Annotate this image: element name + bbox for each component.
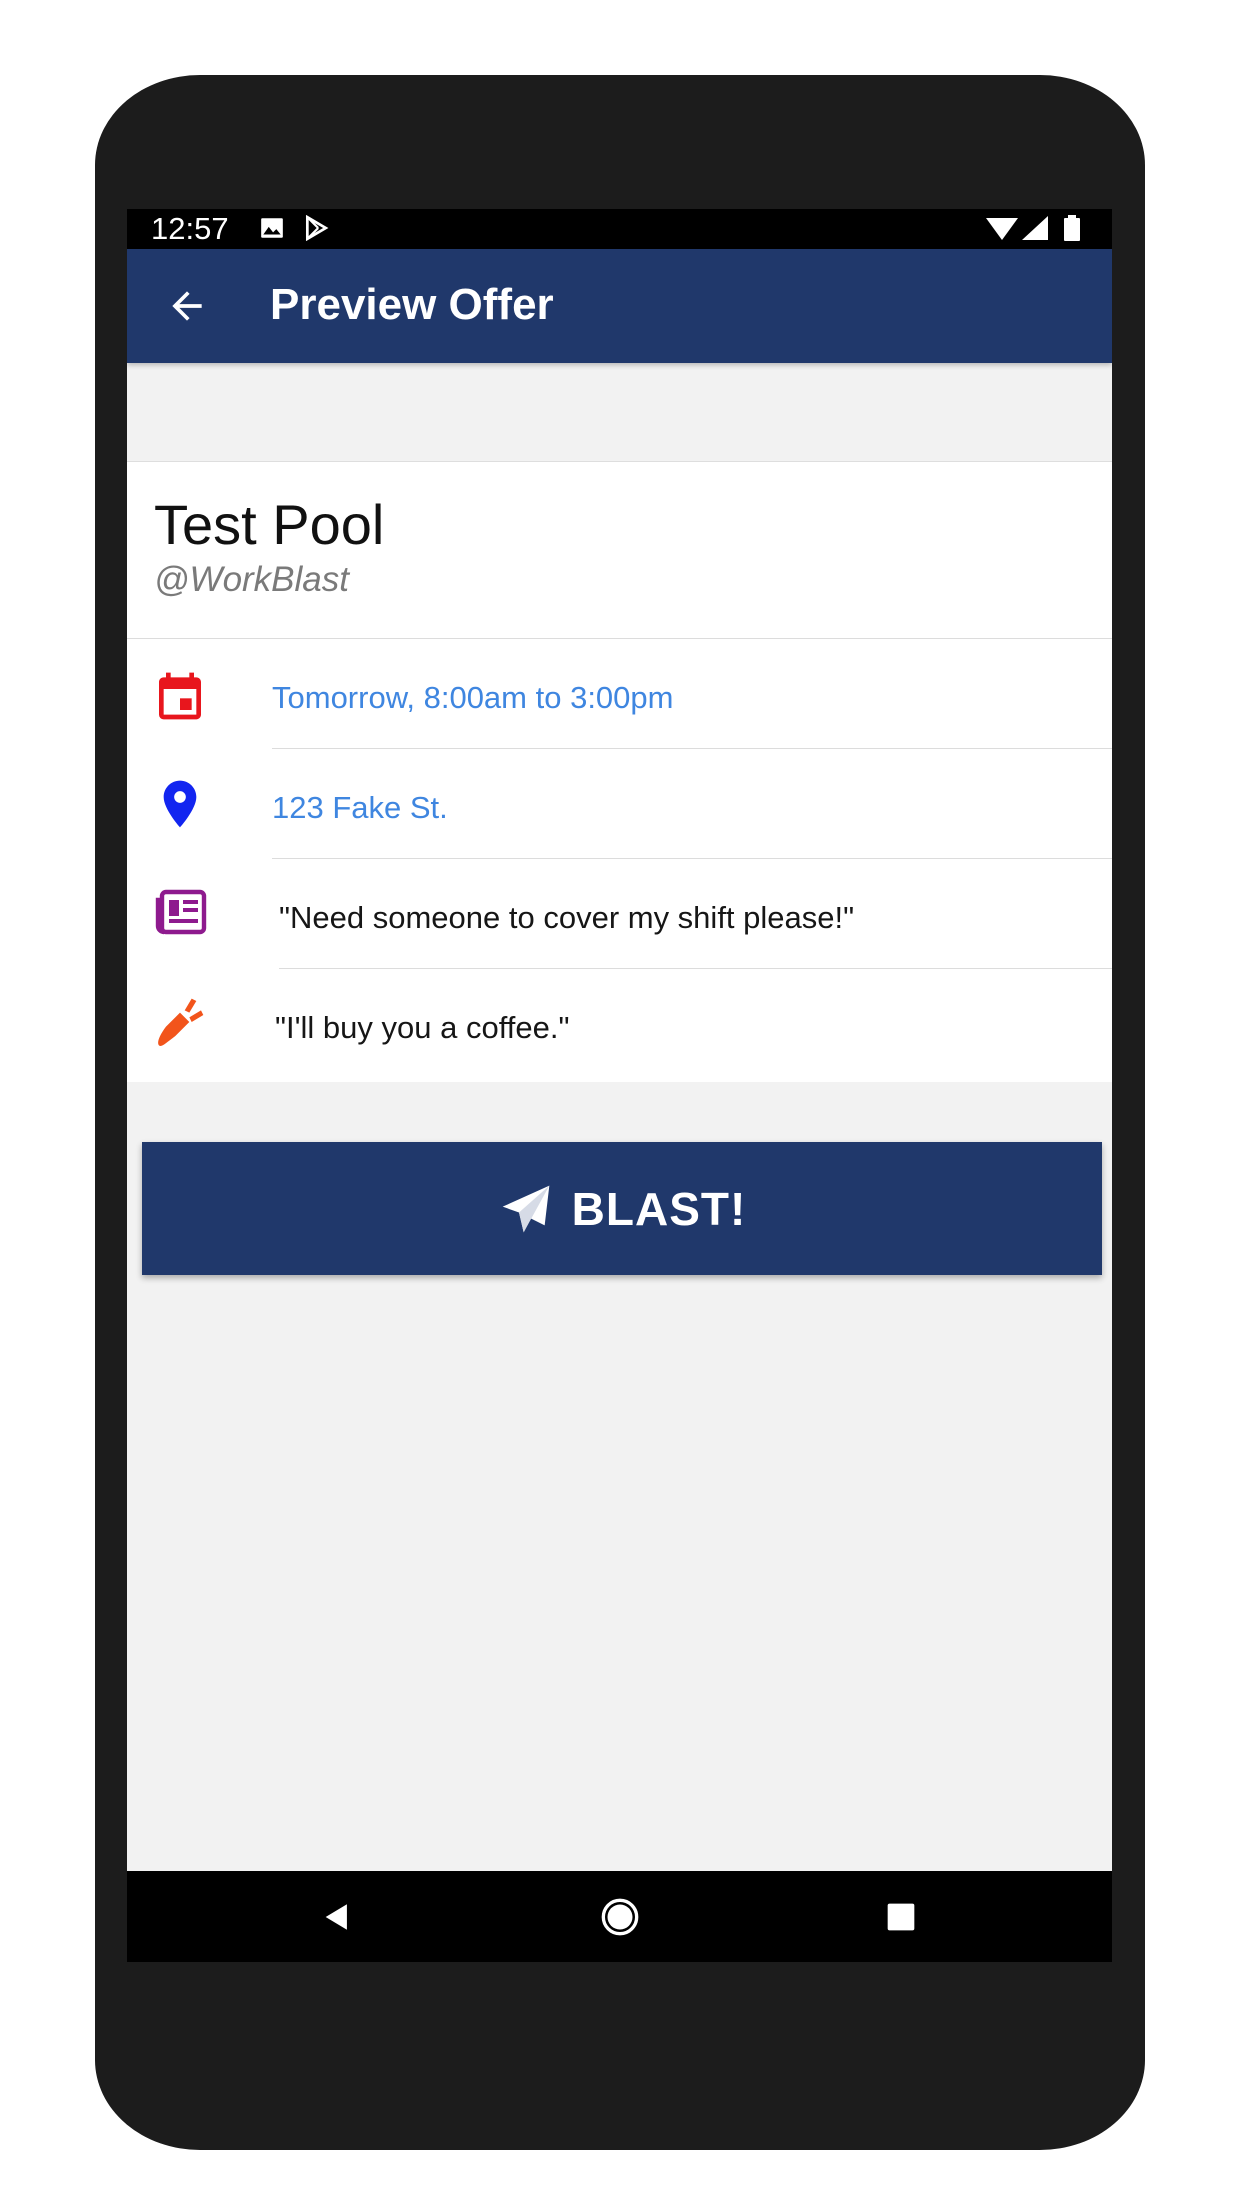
device-screen: 12:57 Preview Offer Test Pool @WorkBlast <box>127 209 1112 1962</box>
battery-icon <box>1064 215 1080 241</box>
offer-card: Test Pool @WorkBlast Tomorrow, 8:00am to… <box>127 461 1112 1082</box>
status-bar: 12:57 <box>127 209 1112 249</box>
pool-handle: @WorkBlast <box>154 560 349 599</box>
divider <box>279 968 1112 969</box>
divider <box>127 638 1112 639</box>
page-title: Preview Offer <box>270 280 554 329</box>
calendar-icon <box>159 672 201 720</box>
offer-location[interactable]: 123 Fake St. <box>272 788 448 828</box>
divider <box>272 858 1112 859</box>
offer-time: Tomorrow, 8:00am to 3:00pm <box>272 680 674 715</box>
navigation-bar <box>127 1871 1112 1962</box>
app-bar: Preview Offer <box>127 249 1112 363</box>
wifi-icon <box>986 218 1018 240</box>
status-right-icons <box>986 215 1080 241</box>
offer-message: "Need someone to cover my shift please!" <box>279 900 855 935</box>
status-time: 12:57 <box>151 211 229 246</box>
divider <box>272 748 1112 749</box>
nav-home-icon[interactable] <box>600 1897 640 1937</box>
blast-button[interactable]: BLAST! <box>142 1142 1102 1275</box>
nav-recents-icon[interactable] <box>885 1901 917 1933</box>
arrow-left-icon[interactable] <box>165 284 209 328</box>
offer-reward: "I'll buy you a coffee." <box>275 1010 570 1045</box>
play-store-icon <box>305 215 329 241</box>
blast-button-label: BLAST! <box>571 1182 747 1235</box>
nav-back-icon[interactable] <box>320 1900 354 1934</box>
signal-icon <box>1022 216 1048 240</box>
newspaper-icon <box>155 889 207 935</box>
carrot-icon <box>158 998 204 1046</box>
paper-plane-icon <box>502 1185 550 1232</box>
location-pin-icon <box>163 780 197 828</box>
pool-name: Test Pool <box>154 493 385 556</box>
image-icon <box>261 218 283 238</box>
